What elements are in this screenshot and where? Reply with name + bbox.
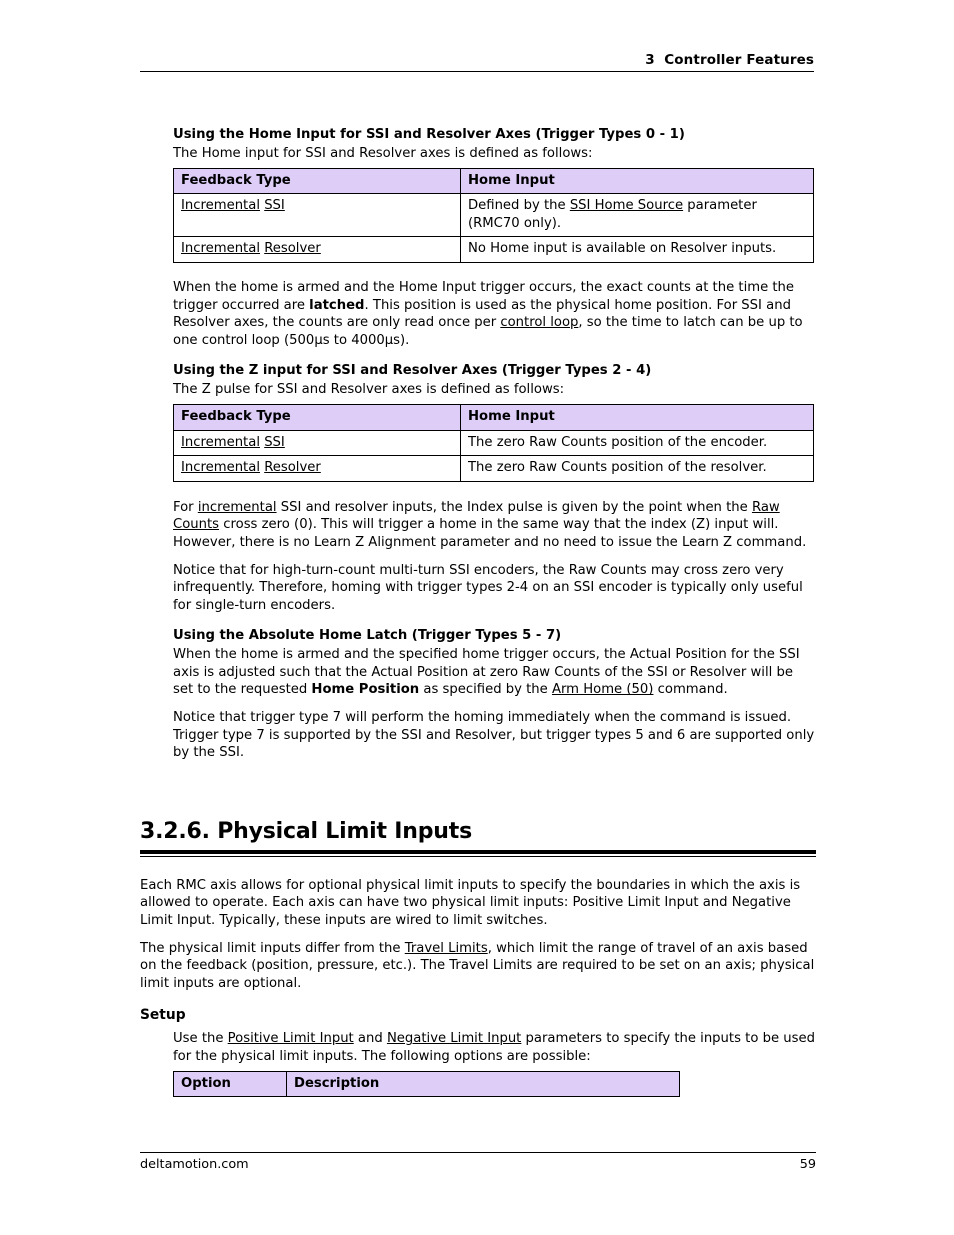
section-rule-thin xyxy=(140,855,816,857)
positive-limit-input-link[interactable]: Positive Limit Input xyxy=(228,1031,354,1046)
page-header: 3 Controller Features xyxy=(140,52,814,72)
physical-limit-body: Each RMC axis allows for optional physic… xyxy=(140,877,816,1098)
page-footer: deltamotion.com 59 xyxy=(140,1152,816,1173)
cell-feedback-prefix: Incremental xyxy=(181,198,260,214)
cell-feedback-type: Incremental SSI xyxy=(173,193,461,238)
ssi-home-source-link[interactable]: SSI Home Source xyxy=(570,198,683,213)
setup-body: Use the Positive Limit Input and Negativ… xyxy=(173,1030,816,1098)
footer-rule xyxy=(140,1152,816,1153)
cell-feedback-type: Incremental Resolver xyxy=(173,455,461,482)
section-physical-limit-inputs: 3.2.6. Physical Limit Inputs Each RMC ax… xyxy=(140,818,816,1098)
latched-emphasis: latched xyxy=(309,297,365,313)
cell-feedback-suffix: SSI xyxy=(264,434,285,450)
z-input-heading: Using the Z input for SSI and Resolver A… xyxy=(173,363,652,379)
incremental-link[interactable]: incremental xyxy=(198,500,277,515)
options-table: Option Description xyxy=(173,1070,680,1098)
column-header-home-input: Home Input xyxy=(460,403,814,431)
column-header-description: Description xyxy=(286,1070,680,1098)
section-heading-3-2-6: 3.2.6. Physical Limit Inputs xyxy=(140,818,472,844)
cell-feedback-prefix: Incremental xyxy=(181,460,260,476)
physical-limit-paragraph-1: Each RMC axis allows for optional physic… xyxy=(140,877,801,929)
negative-limit-input-link[interactable]: Negative Limit Input xyxy=(387,1031,521,1046)
column-header-home-input: Home Input xyxy=(460,167,814,195)
cell-feedback-suffix: SSI xyxy=(264,198,285,214)
paragraph-text-b: and xyxy=(353,1031,387,1047)
table-header-row: Option Description xyxy=(173,1070,680,1098)
footer-page-number: 59 xyxy=(799,1157,816,1172)
document-page: 3 Controller Features Using the Home Inp… xyxy=(0,0,954,1235)
z-input-paragraph-2: Notice that for high-turn-count multi-tu… xyxy=(173,562,803,613)
paragraph-text-a: For xyxy=(173,499,198,515)
arm-home-link[interactable]: Arm Home (50) xyxy=(552,682,653,697)
cell-feedback-prefix: Incremental xyxy=(181,241,260,257)
cell-home-input: The zero Raw Counts position of the enco… xyxy=(460,429,814,457)
travel-limits-link[interactable]: Travel Limits xyxy=(405,941,488,956)
cell-home-input: The zero Raw Counts position of the reso… xyxy=(460,455,814,482)
paragraph-text-c: command. xyxy=(653,682,728,698)
z-input-table: Feedback Type Home Input Incremental SSI… xyxy=(173,403,814,482)
paragraph-text-c: cross zero (0). This will trigger a home… xyxy=(173,517,807,550)
cell-feedback-suffix: Resolver xyxy=(264,241,321,257)
header-chapter-title: 3 Controller Features xyxy=(645,52,814,68)
section-home-input: Using the Home Input for SSI and Resolve… xyxy=(173,126,816,762)
cell-feedback-prefix: Incremental xyxy=(181,434,260,450)
cell-feedback-suffix: Resolver xyxy=(264,460,321,476)
paragraph-text-a: Use the xyxy=(173,1031,228,1047)
page-content: Using the Home Input for SSI and Resolve… xyxy=(140,126,816,1098)
cell-home-input: No Home input is available on Resolver i… xyxy=(460,236,814,263)
absolute-home-latch-heading: Using the Absolute Home Latch (Trigger T… xyxy=(173,628,562,644)
z-input-lead: The Z pulse for SSI and Resolver axes is… xyxy=(173,382,565,398)
section-rule-thick xyxy=(140,849,816,854)
table-row: Incremental Resolver The zero Raw Counts… xyxy=(173,455,814,482)
home-input-lead: The Home input for SSI and Resolver axes… xyxy=(173,146,593,161)
home-input-heading: Using the Home Input for SSI and Resolve… xyxy=(173,127,685,142)
absolute-home-latch-paragraph-2: Notice that trigger type 7 will perform … xyxy=(173,710,815,761)
absolute-home-latch-paragraph-1: When the home is armed and the specified… xyxy=(173,646,816,699)
cell-feedback-type: Incremental SSI xyxy=(173,429,461,457)
table-row: Incremental SSI The zero Raw Counts posi… xyxy=(173,429,814,457)
cell-home-input: Defined by the SSI Home Source parameter… xyxy=(460,193,814,238)
control-loop-link[interactable]: control loop xyxy=(500,315,578,330)
home-input-paragraph-1: When the home is armed and the Home Inpu… xyxy=(173,279,816,349)
table-header-row: Feedback Type Home Input xyxy=(173,167,814,195)
column-header-feedback-type: Feedback Type xyxy=(173,167,461,195)
table-header-row: Feedback Type Home Input xyxy=(173,403,814,431)
home-input-table: Feedback Type Home Input Incremental SSI… xyxy=(173,167,814,263)
cell-feedback-type: Incremental Resolver xyxy=(173,236,461,263)
home-position-emphasis: Home Position xyxy=(311,682,420,698)
setup-heading: Setup xyxy=(140,1007,186,1024)
table-row: Incremental Resolver No Home input is av… xyxy=(173,236,814,263)
column-header-feedback-type: Feedback Type xyxy=(173,403,461,431)
paragraph-text-b: SSI and resolver inputs, the Index pulse… xyxy=(276,499,752,515)
header-rule xyxy=(140,71,814,72)
column-header-option: Option xyxy=(173,1070,287,1098)
footer-row: deltamotion.com 59 xyxy=(140,1157,816,1173)
setup-paragraph: Use the Positive Limit Input and Negativ… xyxy=(173,1030,816,1065)
physical-limit-paragraph-2: The physical limit inputs differ from th… xyxy=(140,940,816,993)
paragraph-text-a: The physical limit inputs differ from th… xyxy=(140,940,405,956)
footer-site: deltamotion.com xyxy=(140,1157,249,1172)
paragraph-text-b: as specified by the xyxy=(419,682,552,698)
cell-text-pre: Defined by the xyxy=(468,198,570,214)
table-row: Incremental SSI Defined by the SSI Home … xyxy=(173,193,814,238)
z-input-paragraph-1: For incremental SSI and resolver inputs,… xyxy=(173,499,816,552)
